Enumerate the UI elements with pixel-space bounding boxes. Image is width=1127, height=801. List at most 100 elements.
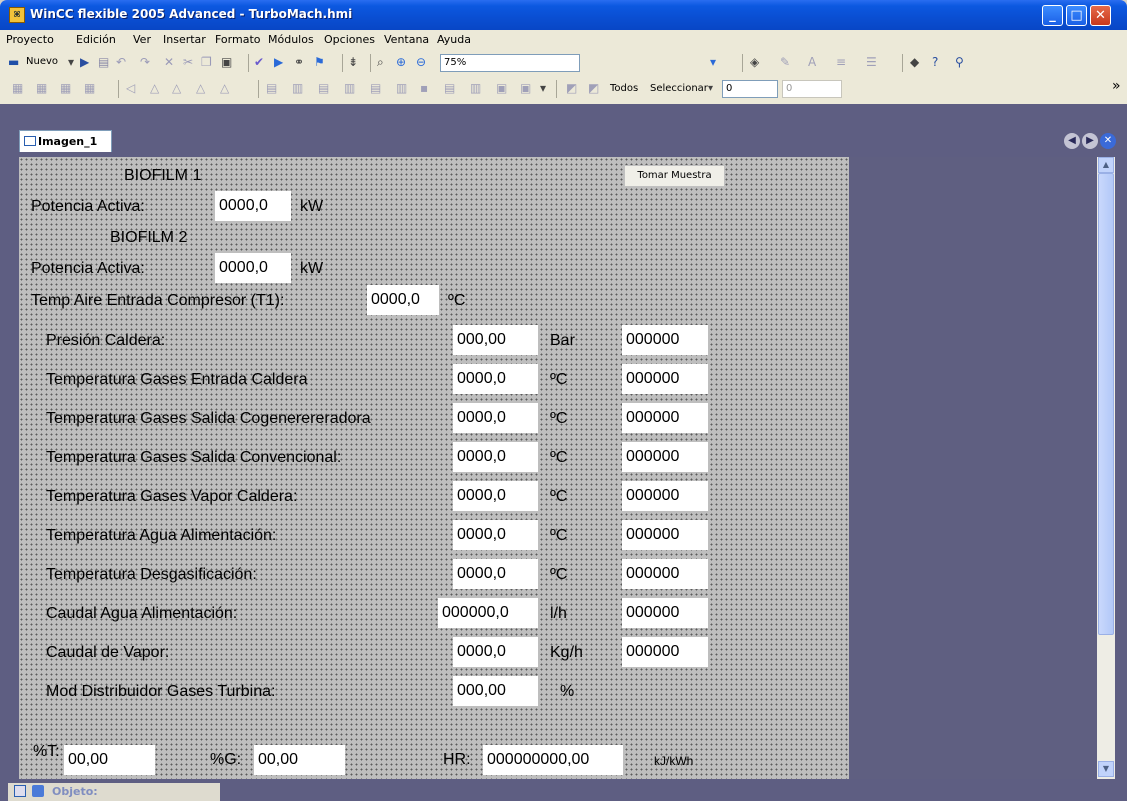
simulate-icon[interactable]: ⚑: [314, 55, 325, 69]
chevron-down-icon[interactable]: ▾: [708, 83, 713, 94]
row-value-field[interactable]: 0000,0: [453, 559, 538, 589]
redo-icon[interactable]: ↷: [140, 55, 150, 69]
vertical-scrollbar[interactable]: ▲ ▼: [1097, 157, 1115, 779]
layer-all-icon[interactable]: ◩: [588, 81, 599, 95]
flip-icon[interactable]: △: [172, 81, 181, 95]
maximize-button[interactable]: □: [1066, 5, 1087, 26]
align-top-icon[interactable]: ▦: [84, 81, 95, 95]
save-icon[interactable]: ▤: [98, 55, 109, 69]
fit-icon[interactable]: ▪: [420, 81, 428, 95]
paste-icon[interactable]: ▣: [221, 55, 232, 69]
menu-formato[interactable]: Formato: [215, 33, 261, 46]
menu-modulos[interactable]: Módulos: [268, 33, 314, 46]
new-button[interactable]: Nuevo: [26, 56, 58, 67]
percent-g-field[interactable]: 00,00: [254, 745, 345, 775]
row-extra-field[interactable]: 000000: [622, 559, 708, 589]
align-right-icon[interactable]: ▦: [60, 81, 71, 95]
zoom-out-icon[interactable]: ⊖: [416, 55, 426, 69]
chevron-down-icon[interactable]: ▾: [68, 55, 74, 69]
tab-imagen-1[interactable]: Imagen_1: [19, 130, 112, 152]
toolbar-overflow-icon[interactable]: »: [1112, 78, 1121, 94]
all-layers-button[interactable]: Todos: [610, 83, 638, 94]
close-tab-icon[interactable]: ✕: [1100, 133, 1116, 149]
row-extra-field[interactable]: 000000: [622, 481, 708, 511]
center-v-icon[interactable]: ▥: [470, 81, 481, 95]
align-center-icon[interactable]: ▦: [36, 81, 47, 95]
row-extra-field[interactable]: 000000: [622, 598, 708, 628]
line-color-icon[interactable]: ✎: [780, 55, 790, 69]
zoom-in-icon[interactable]: ⊕: [396, 55, 406, 69]
row-value-field[interactable]: 0000,0: [453, 481, 538, 511]
row-value-field[interactable]: 000,00: [453, 676, 538, 706]
row-value-field[interactable]: 000,00: [453, 325, 538, 355]
layer-icon[interactable]: ◩: [566, 81, 577, 95]
next-tab-icon[interactable]: ▶: [1082, 133, 1098, 149]
cut-icon[interactable]: ✂: [183, 55, 193, 69]
undo-icon[interactable]: ↶: [116, 55, 126, 69]
grid-icon[interactable]: ▣: [496, 81, 507, 95]
menu-edicion[interactable]: Edición: [76, 33, 116, 46]
row-extra-field[interactable]: 000000: [622, 637, 708, 667]
arrange-icon[interactable]: ◁: [126, 81, 135, 95]
group-icon[interactable]: △: [220, 81, 229, 95]
power1-field[interactable]: 0000,0: [215, 191, 291, 221]
check-icon[interactable]: ✔: [254, 55, 264, 69]
row-value-field[interactable]: 0000,0: [453, 520, 538, 550]
open-folder-icon[interactable]: ▶: [80, 55, 89, 69]
same-width-icon[interactable]: ▤: [318, 81, 329, 95]
chevron-down-icon[interactable]: ▾: [540, 81, 546, 95]
same-height-icon[interactable]: ▥: [344, 81, 355, 95]
zoom-select[interactable]: 75%: [440, 54, 580, 72]
row-value-field[interactable]: 000000,0: [438, 598, 538, 628]
tomar-muestra-button[interactable]: Tomar Muestra: [624, 165, 725, 187]
row-extra-field[interactable]: 000000: [622, 364, 708, 394]
spacing-icon[interactable]: ▥: [396, 81, 407, 95]
delete-icon[interactable]: ✕: [164, 55, 174, 69]
row-extra-field[interactable]: 000000: [622, 325, 708, 355]
chevron-down-icon[interactable]: ▾: [710, 55, 716, 69]
library-icon[interactable]: ◆: [910, 55, 919, 69]
scroll-thumb[interactable]: [1098, 173, 1114, 635]
align-left-icon[interactable]: ▦: [12, 81, 23, 95]
line-style-icon[interactable]: ≡: [836, 55, 846, 69]
distribute-icon[interactable]: ▤: [266, 81, 277, 95]
transfer-icon[interactable]: ⚭: [294, 55, 304, 69]
distribute-v-icon[interactable]: ▥: [292, 81, 303, 95]
scroll-up-icon[interactable]: ▲: [1098, 157, 1114, 173]
menu-insertar[interactable]: Insertar: [163, 33, 206, 46]
row-extra-field[interactable]: 000000: [622, 520, 708, 550]
center-h-icon[interactable]: ▤: [444, 81, 455, 95]
compile-icon[interactable]: ▶: [274, 55, 283, 69]
context-help-icon[interactable]: ⚲: [955, 55, 964, 69]
menu-ayuda[interactable]: Ayuda: [437, 33, 471, 46]
percent-t-field[interactable]: 00,00: [64, 745, 155, 775]
menu-opciones[interactable]: Opciones: [324, 33, 375, 46]
object-panel-tab[interactable]: Objeto:: [8, 783, 220, 801]
mirror-icon[interactable]: △: [196, 81, 205, 95]
zoom-area-icon[interactable]: ⌕: [377, 55, 384, 70]
line-width-icon[interactable]: ☰: [866, 55, 877, 69]
font-color-icon[interactable]: A: [808, 55, 816, 69]
minimize-button[interactable]: _: [1042, 5, 1063, 26]
row-extra-field[interactable]: 000000: [622, 403, 708, 433]
help-icon[interactable]: ?: [932, 55, 938, 69]
power2-field[interactable]: 0000,0: [215, 253, 291, 283]
menu-proyecto[interactable]: Proyecto: [6, 33, 54, 46]
rotate-icon[interactable]: △: [150, 81, 159, 95]
align-icon[interactable]: ⇟: [348, 55, 358, 69]
row-value-field[interactable]: 0000,0: [453, 637, 538, 667]
copy-icon[interactable]: ❐: [201, 55, 212, 69]
scroll-down-icon[interactable]: ▼: [1098, 761, 1114, 777]
layer-number-spinner[interactable]: 0: [722, 80, 778, 98]
fill-color-icon[interactable]: ◈: [750, 55, 759, 69]
same-size-icon[interactable]: ▤: [370, 81, 381, 95]
row-value-field[interactable]: 0000,0: [453, 442, 538, 472]
new-icon[interactable]: ▬: [8, 55, 19, 69]
snap-icon[interactable]: ▣: [520, 81, 531, 95]
menu-ventana[interactable]: Ventana: [384, 33, 429, 46]
hr-field[interactable]: 000000000,00: [483, 745, 623, 775]
t1-field[interactable]: 0000,0: [367, 285, 439, 315]
close-button[interactable]: ✕: [1090, 5, 1111, 26]
row-extra-field[interactable]: 000000: [622, 442, 708, 472]
row-value-field[interactable]: 0000,0: [453, 364, 538, 394]
